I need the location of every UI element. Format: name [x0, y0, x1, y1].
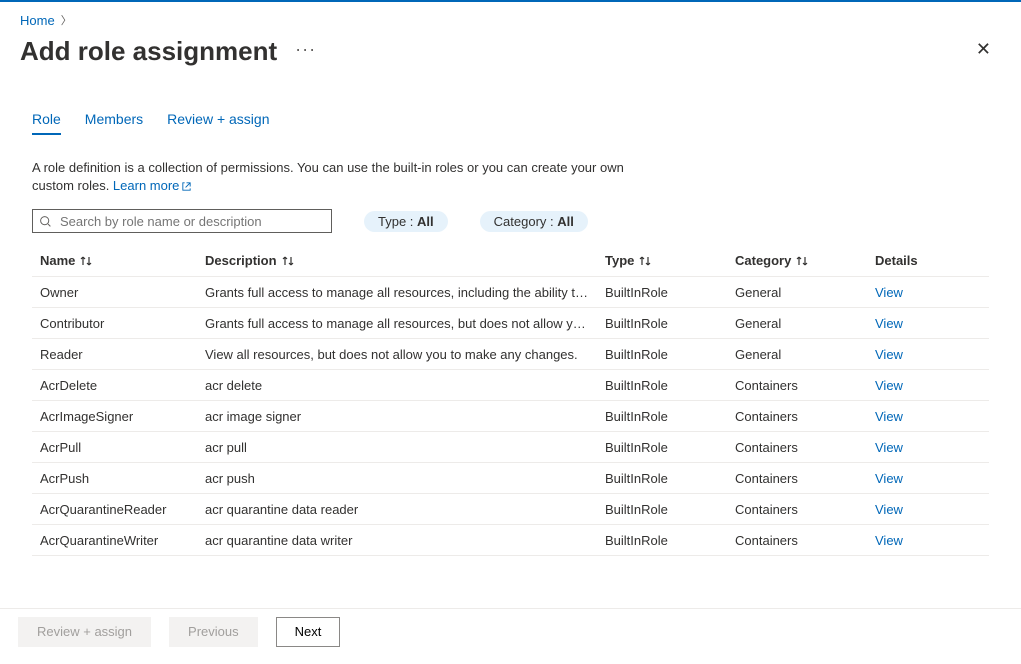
table-row[interactable]: AcrPushacr pushBuiltInRoleContainersView: [32, 463, 989, 494]
cell-description: acr quarantine data writer: [205, 533, 605, 548]
view-link[interactable]: View: [875, 347, 903, 362]
cell-name: Reader: [40, 347, 205, 362]
cell-category: Containers: [735, 502, 875, 517]
tab-role[interactable]: Role: [32, 105, 61, 135]
cell-type: BuiltInRole: [605, 533, 735, 548]
cell-category: Containers: [735, 409, 875, 424]
column-details: Details: [875, 253, 975, 268]
page-title: Add role assignment: [20, 36, 277, 67]
filter-bar: Type : All Category : All: [32, 209, 989, 233]
view-link[interactable]: View: [875, 316, 903, 331]
cell-name: AcrQuarantineWriter: [40, 533, 205, 548]
table-row[interactable]: AcrImageSigneracr image signerBuiltInRol…: [32, 401, 989, 432]
cell-name: AcrPush: [40, 471, 205, 486]
sort-icon: [281, 255, 295, 267]
sort-icon: [795, 255, 809, 267]
chevron-right-icon: 〉: [61, 12, 72, 28]
next-button[interactable]: Next: [276, 617, 341, 647]
cell-category: Containers: [735, 471, 875, 486]
cell-description: Grants full access to manage all resourc…: [205, 316, 605, 331]
cell-description: acr push: [205, 471, 605, 486]
column-type[interactable]: Type: [605, 253, 735, 268]
close-button[interactable]: ✕: [966, 33, 1001, 66]
table-row[interactable]: AcrQuarantineWriteracr quarantine data w…: [32, 525, 989, 556]
external-link-icon: [181, 181, 192, 192]
filter-category[interactable]: Category : All: [480, 211, 588, 232]
cell-name: AcrQuarantineReader: [40, 502, 205, 517]
table-row[interactable]: ContributorGrants full access to manage …: [32, 308, 989, 339]
learn-more-link[interactable]: Learn more: [113, 177, 192, 195]
more-actions-button[interactable]: ···: [289, 35, 322, 64]
view-link[interactable]: View: [875, 378, 903, 393]
cell-type: BuiltInRole: [605, 440, 735, 455]
cell-description: View all resources, but does not allow y…: [205, 347, 605, 362]
breadcrumb-home[interactable]: Home: [20, 13, 55, 28]
cell-description: acr delete: [205, 378, 605, 393]
table-row[interactable]: ReaderView all resources, but does not a…: [32, 339, 989, 370]
cell-type: BuiltInRole: [605, 471, 735, 486]
cell-type: BuiltInRole: [605, 285, 735, 300]
cell-description: acr pull: [205, 440, 605, 455]
cell-type: BuiltInRole: [605, 347, 735, 362]
view-link[interactable]: View: [875, 533, 903, 548]
cell-description: Grants full access to manage all resourc…: [205, 285, 605, 300]
wizard-footer: Review + assign Previous Next: [0, 608, 1021, 664]
intro-text: A role definition is a collection of per…: [32, 159, 652, 195]
cell-description: acr image signer: [205, 409, 605, 424]
column-category[interactable]: Category: [735, 253, 875, 268]
column-description[interactable]: Description: [205, 253, 605, 268]
view-link[interactable]: View: [875, 285, 903, 300]
search-icon: [39, 215, 52, 228]
cell-category: General: [735, 347, 875, 362]
cell-type: BuiltInRole: [605, 378, 735, 393]
cell-category: Containers: [735, 378, 875, 393]
table-row[interactable]: AcrDeleteacr deleteBuiltInRoleContainers…: [32, 370, 989, 401]
view-link[interactable]: View: [875, 440, 903, 455]
cell-category: General: [735, 316, 875, 331]
view-link[interactable]: View: [875, 471, 903, 486]
cell-type: BuiltInRole: [605, 316, 735, 331]
cell-name: AcrPull: [40, 440, 205, 455]
view-link[interactable]: View: [875, 409, 903, 424]
cell-name: Contributor: [40, 316, 205, 331]
tab-members[interactable]: Members: [85, 105, 143, 135]
breadcrumb: Home 〉: [0, 2, 1021, 28]
cell-category: General: [735, 285, 875, 300]
table-row[interactable]: AcrQuarantineReaderacr quarantine data r…: [32, 494, 989, 525]
page-header: Add role assignment ··· ✕: [0, 28, 1021, 67]
sort-icon: [79, 255, 93, 267]
previous-button: Previous: [169, 617, 258, 647]
search-input-wrapper[interactable]: [32, 209, 332, 233]
tab-review-assign[interactable]: Review + assign: [167, 105, 269, 135]
table-row[interactable]: AcrPullacr pullBuiltInRoleContainersView: [32, 432, 989, 463]
filter-type[interactable]: Type : All: [364, 211, 448, 232]
cell-name: AcrDelete: [40, 378, 205, 393]
cell-type: BuiltInRole: [605, 409, 735, 424]
roles-table: Name Description Type Category Details O…: [32, 245, 989, 556]
cell-description: acr quarantine data reader: [205, 502, 605, 517]
review-assign-button: Review + assign: [18, 617, 151, 647]
main-panel: Role Members Review + assign A role defi…: [0, 67, 1021, 563]
table-header: Name Description Type Category Details: [32, 245, 989, 277]
sort-icon: [638, 255, 652, 267]
cell-name: Owner: [40, 285, 205, 300]
view-link[interactable]: View: [875, 502, 903, 517]
table-row[interactable]: OwnerGrants full access to manage all re…: [32, 277, 989, 308]
search-input[interactable]: [58, 213, 325, 230]
cell-category: Containers: [735, 440, 875, 455]
column-name[interactable]: Name: [40, 253, 205, 268]
cell-type: BuiltInRole: [605, 502, 735, 517]
cell-category: Containers: [735, 533, 875, 548]
wizard-tabs: Role Members Review + assign: [32, 105, 989, 135]
cell-name: AcrImageSigner: [40, 409, 205, 424]
